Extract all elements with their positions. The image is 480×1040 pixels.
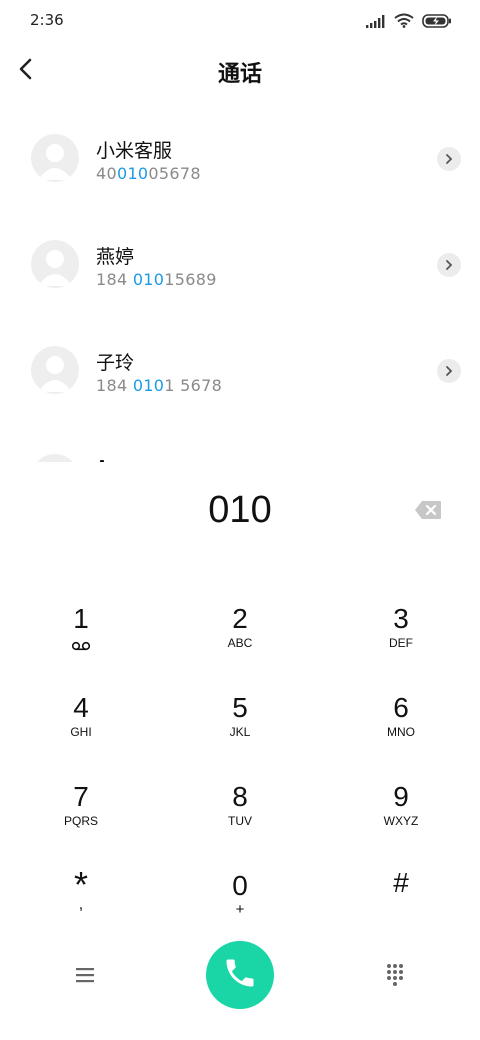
key-star[interactable]: * ,	[21, 867, 141, 942]
voicemail-icon	[21, 636, 141, 655]
chevron-right-icon	[443, 362, 455, 381]
key-digit: 0	[232, 870, 248, 901]
key-digit: 1	[73, 603, 89, 634]
key-6[interactable]: 6 MNO	[341, 693, 461, 767]
menu-icon	[72, 968, 98, 992]
key-letters: MNO	[387, 725, 415, 739]
key-digit: 3	[393, 603, 409, 634]
number-match: 010	[132, 376, 165, 395]
key-digit: #	[393, 867, 409, 898]
chevron-right-icon	[443, 256, 455, 275]
key-digit: 7	[73, 781, 89, 812]
key-5[interactable]: 5 JKL	[180, 693, 300, 767]
key-4[interactable]: 4 GHI	[21, 693, 141, 767]
key-digit: 5	[232, 692, 248, 723]
page-title: 通话	[217, 62, 262, 87]
key-9[interactable]: 9 WXYZ	[341, 782, 461, 856]
contact-detail-button[interactable]	[437, 147, 461, 171]
contact-name: 子玲	[96, 352, 135, 374]
delete-button[interactable]	[414, 500, 442, 520]
dialed-number: 010	[208, 489, 272, 531]
contact-number: 184 01015689	[96, 270, 217, 289]
dial-display: 010	[0, 487, 480, 539]
contact-name: 燕婷	[96, 246, 135, 268]
phone-icon	[222, 955, 258, 995]
contact-detail-button[interactable]	[437, 253, 461, 277]
key-digit: 6	[393, 692, 409, 723]
avatar	[31, 346, 79, 394]
key-letters: ABC	[227, 636, 253, 650]
bottom-bar	[0, 936, 480, 1016]
key-7[interactable]: 7 PQRS	[21, 782, 141, 856]
key-digit: 4	[73, 692, 89, 723]
key-digit: 2	[232, 603, 248, 634]
dialpad-toggle-button[interactable]	[383, 962, 407, 988]
key-letters: JKL	[229, 725, 251, 739]
key-letters: ,	[78, 896, 84, 913]
avatar	[31, 240, 79, 288]
contact-detail-button[interactable]	[437, 359, 461, 383]
contact-list: 小米客服 4001005678 燕婷 184 01015689 子玲 184 0…	[0, 110, 480, 462]
key-3[interactable]: 3 DEF	[341, 604, 461, 678]
key-8[interactable]: 8 TUV	[180, 782, 300, 856]
signal-icon	[366, 13, 386, 32]
key-letters: PQRS	[63, 814, 98, 828]
contact-row-partial[interactable]	[0, 428, 480, 462]
contact-row[interactable]: 子玲 184 0101 5678	[0, 322, 480, 428]
chevron-right-icon	[443, 150, 455, 169]
contact-number: 4001005678	[96, 164, 201, 183]
key-digit: 8	[232, 781, 248, 812]
key-letters: +	[235, 901, 245, 918]
contact-number: 184 0101 5678	[96, 376, 223, 395]
call-button[interactable]	[206, 941, 274, 1009]
key-letters: TUV	[228, 814, 252, 828]
status-bar: 2:36	[0, 0, 480, 40]
key-letters: WXYZ	[383, 814, 419, 828]
dialpad-icon	[383, 964, 407, 992]
status-icons	[366, 13, 452, 32]
key-hash[interactable]: #	[341, 868, 461, 942]
backspace-icon	[414, 501, 442, 524]
wifi-icon	[394, 13, 414, 32]
key-letters: DEF	[389, 636, 413, 650]
key-letters: GHI	[70, 725, 92, 739]
key-0[interactable]: 0 +	[180, 871, 300, 945]
contact-row[interactable]: 小米客服 4001005678	[0, 110, 480, 216]
number-match: 010	[132, 270, 165, 289]
key-2[interactable]: 2 ABC	[180, 604, 300, 678]
battery-charging-icon	[422, 13, 452, 32]
number-match: 010	[116, 164, 149, 183]
avatar	[31, 454, 79, 462]
header: 通话	[0, 44, 480, 98]
contact-name: 小米客服	[96, 140, 173, 162]
contact-row[interactable]: 燕婷 184 01015689	[0, 216, 480, 322]
avatar	[31, 134, 79, 182]
clipped-name-glyph	[100, 460, 104, 462]
key-1[interactable]: 1	[21, 604, 141, 678]
key-digit: 9	[393, 781, 409, 812]
status-time: 2:36	[30, 11, 64, 29]
menu-button[interactable]	[72, 964, 98, 988]
